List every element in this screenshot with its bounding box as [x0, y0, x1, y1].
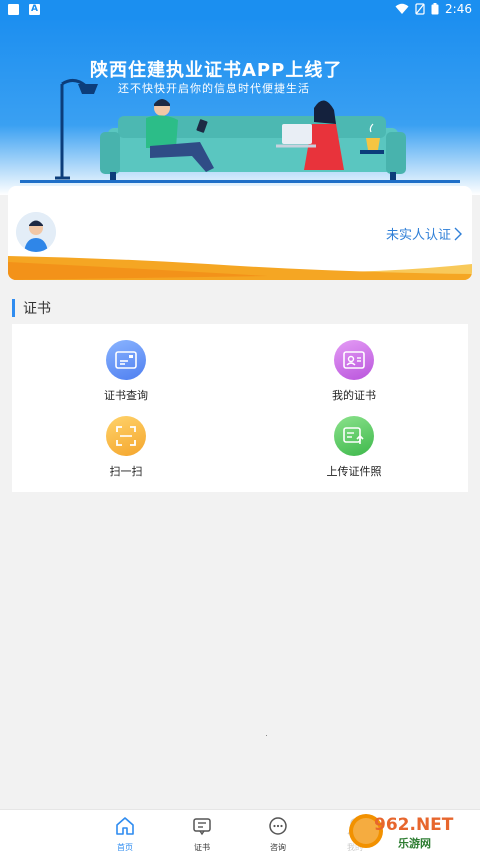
verify-link[interactable]: 未实人认证 [386, 224, 462, 243]
banner-subtitle: 还不快快开启你的信息时代便捷生活 [118, 82, 310, 95]
tile-label: 扫一扫 [109, 465, 143, 478]
certificate-tab-icon [193, 818, 211, 836]
tab-certificate[interactable]: 证书 [172, 816, 232, 853]
svg-text:962.NET: 962.NET [374, 815, 454, 835]
tab-label: 咨询 [270, 843, 286, 852]
tab-label: 证书 [194, 843, 210, 852]
tab-home[interactable]: 首页 [95, 816, 155, 853]
banner-illustration [20, 79, 460, 183]
battery-icon [431, 3, 439, 15]
status-bar: A 2:46 [0, 0, 480, 20]
section-accent-bar [12, 299, 15, 317]
tab-label: 首页 [117, 843, 133, 852]
tab-consult[interactable]: 咨询 [248, 816, 308, 853]
avatar-icon [16, 212, 56, 252]
signal-off-icon [415, 3, 425, 15]
home-icon [116, 817, 134, 835]
stray-dot [266, 735, 267, 736]
site-watermark-logo: 962.NET 乐游网 [346, 810, 474, 852]
certificate-search-icon [106, 340, 146, 380]
banner-title: 陕西住建执业证书APP上线了 [90, 60, 343, 81]
chat-icon [269, 817, 287, 835]
tile-upload-photo[interactable]: 上传证件照 [294, 416, 414, 479]
feature-grid: 证书查询 我的证书 扫一扫 上传证件照 [12, 324, 468, 492]
verify-label: 未实人认证 [385, 228, 451, 243]
tile-certificate-search[interactable]: 证书查询 [66, 340, 186, 403]
clock: 2:46 [445, 2, 472, 16]
promo-banner[interactable]: 陕西住建执业证书APP上线了 还不快快开启你的信息时代便捷生活 [0, 20, 480, 195]
tile-label: 我的证书 [332, 389, 376, 402]
card-decoration-stripe [8, 256, 472, 280]
avatar[interactable] [16, 212, 56, 252]
upload-photo-icon [334, 416, 374, 456]
tile-my-certificate[interactable]: 我的证书 [294, 340, 414, 403]
notification-icon [8, 4, 19, 15]
chevron-right-icon [454, 227, 462, 240]
tile-label: 证书查询 [104, 389, 148, 402]
svg-text:乐游网: 乐游网 [398, 836, 431, 850]
scan-icon [106, 416, 146, 456]
user-card: 未实人认证 [8, 186, 472, 280]
tile-label: 上传证件照 [326, 465, 382, 478]
section-header: 证书 [12, 298, 51, 318]
app-notification-icon: A [29, 4, 40, 15]
section-title: 证书 [23, 301, 51, 317]
my-certificate-icon [334, 340, 374, 380]
wifi-icon [395, 3, 409, 14]
tile-scan[interactable]: 扫一扫 [66, 416, 186, 479]
